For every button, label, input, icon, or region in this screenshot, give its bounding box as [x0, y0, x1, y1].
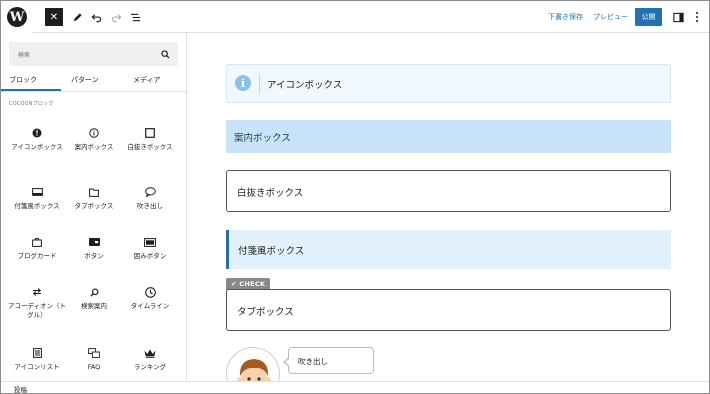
- inserter-tabs: ブロック パターン メディア: [1, 70, 186, 92]
- balloon-bubble[interactable]: 吹き出し: [283, 347, 374, 374]
- icon-separator: [259, 74, 260, 94]
- square-icon: [120, 126, 180, 140]
- list-view-icon[interactable]: [126, 8, 144, 26]
- wordpress-logo-icon[interactable]: W: [1, 1, 33, 33]
- block-item-blog-card[interactable]: ブログカード: [7, 235, 67, 261]
- block-item-sticky-box[interactable]: 付箋風ボックス: [7, 185, 67, 211]
- block-item-label: ブログカード: [17, 252, 57, 260]
- block-item-label: アイコンボックス: [11, 143, 63, 151]
- block-item-label: タブボックス: [74, 202, 114, 210]
- active-tab-indicator: [1, 89, 61, 91]
- info-circle-icon: [64, 126, 124, 140]
- save-draft-button[interactable]: 下書き保存: [548, 12, 583, 22]
- sticky-box-block[interactable]: 付箋風ボックス: [226, 230, 671, 269]
- block-item-accordion[interactable]: アコーディオン（トグル）: [7, 285, 67, 320]
- block-item-label: ボタン: [84, 252, 104, 260]
- sticky-box-text[interactable]: 付箋風ボックス: [238, 243, 304, 257]
- exclamation-circle-icon: [7, 126, 67, 140]
- publish-button[interactable]: 公開: [635, 8, 662, 26]
- block-item-wrapped-button[interactable]: 囲みボタン: [120, 235, 180, 261]
- tools-pencil-icon[interactable]: [68, 8, 86, 26]
- block-item-label: 吹き出し: [137, 202, 163, 210]
- block-item-label: タイムライン: [130, 302, 170, 310]
- speech-bubble-icon: [120, 185, 180, 199]
- block-item-label: 囲みボタン: [133, 252, 167, 260]
- block-item-label: 付箋風ボックス: [14, 202, 60, 210]
- card-icon: [7, 235, 67, 249]
- info-box-text[interactable]: 案内ボックス: [234, 130, 291, 144]
- icon-box-text[interactable]: アイコンボックス: [267, 77, 342, 91]
- editor-window: W ✕ 下書き保存 プレビュー 公開 検索 ブロック パターン メディア COC…: [0, 0, 710, 394]
- tab-media[interactable]: メディア: [133, 75, 161, 85]
- block-inserter-panel: 検索 ブロック パターン メディア COCOONブロック アイコンボックス 案内…: [1, 33, 187, 381]
- redo-icon[interactable]: [107, 8, 125, 26]
- block-item-icon-box[interactable]: アイコンボックス: [7, 126, 67, 152]
- block-item-label: アコーディオン（トグル）: [7, 302, 67, 319]
- faq-icon: [64, 346, 124, 360]
- block-item-label: 白抜きボックス: [127, 143, 173, 151]
- editor-canvas: i アイコンボックス 案内ボックス 白抜きボックス 付箋風ボックス ✔ CHEC…: [188, 33, 709, 381]
- block-search-input[interactable]: 検索: [9, 42, 178, 66]
- bubble-tail-inner: [285, 358, 290, 366]
- wrapped-button-icon: [120, 235, 180, 249]
- crown-icon: [120, 346, 180, 360]
- block-item-info-box[interactable]: 案内ボックス: [64, 126, 124, 152]
- block-item-faq[interactable]: FAQ: [64, 346, 124, 372]
- close-inserter-button[interactable]: ✕: [45, 8, 63, 26]
- icon-list-icon: [7, 346, 67, 360]
- block-category-heading: COCOONブロック: [9, 101, 54, 107]
- icon-box-block[interactable]: i アイコンボックス: [226, 64, 671, 103]
- tab-blocks[interactable]: ブロック: [9, 75, 37, 85]
- balloon-text[interactable]: 吹き出し: [298, 356, 328, 367]
- search-icon: [158, 47, 172, 61]
- sticky-note-icon: [7, 185, 67, 199]
- info-box-block[interactable]: 案内ボックス: [226, 120, 671, 153]
- search-placeholder: 検索: [18, 52, 31, 59]
- block-item-ranking[interactable]: ランキング: [120, 346, 180, 372]
- more-options-icon[interactable]: [688, 8, 706, 26]
- folder-icon: [64, 185, 124, 199]
- block-item-balloon[interactable]: 吹き出し: [120, 185, 180, 211]
- block-item-label: ランキング: [133, 363, 167, 371]
- status-footer: 投稿: [1, 381, 709, 393]
- person-avatar-icon: [227, 348, 279, 381]
- balloon-avatar: [226, 347, 280, 381]
- block-item-label: 検索案内: [81, 302, 107, 310]
- tab-box-text[interactable]: タブボックス: [237, 304, 294, 318]
- block-item-timeline[interactable]: タイムライン: [120, 285, 180, 311]
- button-icon: [64, 235, 124, 249]
- block-item-label: アイコンリスト: [14, 363, 60, 371]
- tab-box-block[interactable]: タブボックス: [226, 289, 671, 331]
- block-item-label: FAQ: [87, 363, 101, 371]
- preview-button[interactable]: プレビュー: [593, 12, 628, 22]
- tab-patterns[interactable]: パターン: [71, 75, 99, 85]
- block-item-button[interactable]: ボタン: [64, 235, 124, 261]
- toggle-arrows-icon: [7, 285, 67, 299]
- block-item-white-box[interactable]: 白抜きボックス: [120, 126, 180, 152]
- block-item-search-guide[interactable]: 検索案内: [64, 285, 124, 311]
- top-toolbar: W ✕ 下書き保存 プレビュー 公開: [1, 1, 709, 33]
- undo-icon[interactable]: [87, 8, 105, 26]
- white-box-block[interactable]: 白抜きボックス: [226, 170, 671, 212]
- info-circle-icon: i: [235, 75, 251, 91]
- clock-icon: [120, 285, 180, 299]
- block-item-label: 案内ボックス: [74, 143, 114, 151]
- block-item-tab-box[interactable]: タブボックス: [64, 185, 124, 211]
- breadcrumb[interactable]: 投稿: [14, 384, 27, 393]
- magnifier-icon: [64, 285, 124, 299]
- white-box-text[interactable]: 白抜きボックス: [237, 185, 303, 199]
- block-item-icon-list[interactable]: アイコンリスト: [7, 346, 67, 372]
- settings-sidebar-icon[interactable]: [669, 8, 687, 26]
